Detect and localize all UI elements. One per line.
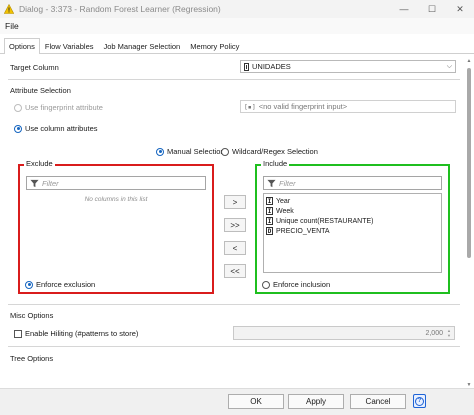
enforce-exclusion-label: Enforce exclusion [36, 280, 96, 289]
radio-dot [221, 147, 229, 156]
wildcard-selection-label: Wildcard/Regex Selection [232, 147, 318, 156]
column-type-icon: I [266, 197, 273, 205]
help-button[interactable]: ? [413, 394, 426, 408]
exclude-panel: Exclude Filter No columns in this list E… [18, 159, 214, 294]
menu-file[interactable]: File [5, 21, 19, 31]
column-attributes-radio[interactable]: Use column attributes [14, 124, 98, 133]
tab-flow-variables[interactable]: Flow Variables [40, 39, 99, 53]
enforce-exclusion-radio[interactable]: Enforce exclusion [25, 280, 95, 289]
column-name: Year [276, 197, 291, 205]
scrollbar-thumb[interactable] [467, 68, 471, 258]
cancel-button[interactable]: Cancel [350, 394, 406, 409]
vertical-scrollbar[interactable]: ▲ ▼ [466, 58, 472, 388]
column-type-icon: I [266, 217, 273, 225]
fingerprint-radio-label: Use fingerprint attribute [25, 103, 103, 112]
column-name: Week [276, 207, 294, 215]
tab-memory-policy[interactable]: Memory Policy [185, 39, 244, 53]
include-legend: Include [261, 159, 290, 168]
fingerprint-dropdown[interactable]: [▪] <no valid fingerprint input> [240, 100, 456, 113]
enforce-inclusion-label: Enforce inclusion [273, 280, 331, 289]
include-list[interactable]: I Year I Week I Unique count(RESTAURANTE… [263, 193, 442, 273]
apply-button[interactable]: Apply [288, 394, 344, 409]
filter-icon [267, 179, 276, 187]
dialog-footer: OK Apply Cancel ? [0, 388, 474, 415]
separator [8, 304, 460, 305]
add-button[interactable]: > [224, 195, 246, 209]
warning-icon [4, 4, 14, 14]
remove-button[interactable]: < [224, 241, 246, 255]
list-item[interactable]: I Unique count(RESTAURANTE) [266, 216, 374, 226]
title-bar: Dialog - 3:373 - Random Forest Learner (… [0, 0, 474, 18]
help-icon: ? [415, 396, 424, 406]
include-filter-placeholder: Filter [279, 178, 296, 188]
integer-type-icon [244, 62, 249, 71]
separator [8, 346, 460, 347]
menu-bar: File [0, 18, 474, 34]
list-item[interactable]: I Year [266, 196, 290, 206]
manual-selection-radio[interactable]: Manual Selection [156, 147, 225, 156]
target-column-label: Target Column [10, 63, 59, 72]
fingerprint-radio[interactable]: Use fingerprint attribute [14, 103, 103, 112]
attribute-selection-label: Attribute Selection [10, 86, 71, 95]
close-button[interactable]: ✕ [446, 0, 474, 18]
include-filter-input[interactable]: Filter [263, 176, 442, 190]
hiliting-patterns-value: 2,000 [425, 329, 443, 337]
target-column-dropdown[interactable]: UNIDADES ⌵ [240, 60, 456, 73]
fingerprint-dropdown-value: <no valid fingerprint input> [258, 102, 348, 111]
tree-options-label: Tree Options [10, 354, 54, 363]
column-name: PRECIO_VENTA [276, 227, 330, 235]
exclude-legend: Exclude [24, 159, 55, 168]
scroll-up-icon[interactable]: ▲ [466, 58, 472, 64]
manual-selection-label: Manual Selection [167, 147, 225, 156]
radio-dot [262, 280, 270, 289]
tab-bar: Options Flow Variables Job Manager Selec… [0, 38, 474, 54]
radio-dot-selected [156, 147, 164, 156]
radio-dot [14, 103, 22, 112]
include-panel: Include Filter I Year I Week I Unique co… [255, 159, 450, 294]
exclude-empty-message: No columns in this list [84, 196, 148, 203]
window-title: Dialog - 3:373 - Random Forest Learner (… [19, 4, 221, 14]
tab-options[interactable]: Options [4, 38, 40, 54]
separator [8, 79, 460, 80]
hiliting-patterns-spinner[interactable]: 2,000 ▲ ▼ [233, 326, 455, 340]
exclude-filter-input[interactable]: Filter [26, 176, 206, 190]
column-type-icon: D [266, 227, 273, 235]
tab-job-manager-selection[interactable]: Job Manager Selection [99, 39, 186, 53]
list-item[interactable]: I Week [266, 206, 294, 216]
ok-button[interactable]: OK [228, 394, 284, 409]
filter-icon [30, 179, 39, 187]
wildcard-selection-radio[interactable]: Wildcard/Regex Selection [221, 147, 318, 156]
remove-all-button[interactable]: << [224, 264, 246, 278]
add-all-button[interactable]: >> [224, 218, 246, 232]
minimize-button[interactable]: — [390, 0, 418, 18]
target-column-value: UNIDADES [252, 62, 291, 71]
exclude-list[interactable]: No columns in this list [26, 192, 206, 277]
spinner-arrows-icon[interactable]: ▲ ▼ [445, 327, 453, 339]
enforce-inclusion-radio[interactable]: Enforce inclusion [262, 280, 330, 289]
maximize-button[interactable]: ☐ [418, 0, 446, 18]
chevron-down-icon: ⌵ [446, 63, 452, 70]
fingerprint-type-icon: [▪] [244, 102, 256, 111]
radio-dot-selected [14, 124, 22, 133]
enable-hiliting-label: Enable Hiliting (#patterns to store) [25, 329, 139, 338]
column-type-icon: I [266, 207, 273, 215]
column-attributes-radio-label: Use column attributes [25, 124, 98, 133]
radio-dot-selected [25, 280, 33, 289]
enable-hiliting-checkbox[interactable]: Enable Hiliting (#patterns to store) [14, 329, 138, 338]
list-item[interactable]: D PRECIO_VENTA [266, 226, 330, 236]
column-name: Unique count(RESTAURANTE) [276, 217, 374, 225]
misc-options-label: Misc Options [10, 311, 54, 320]
options-panel: Target Column UNIDADES ⌵ Attribute Selec… [4, 54, 464, 385]
exclude-filter-placeholder: Filter [42, 178, 59, 188]
checkbox-box [14, 329, 22, 338]
